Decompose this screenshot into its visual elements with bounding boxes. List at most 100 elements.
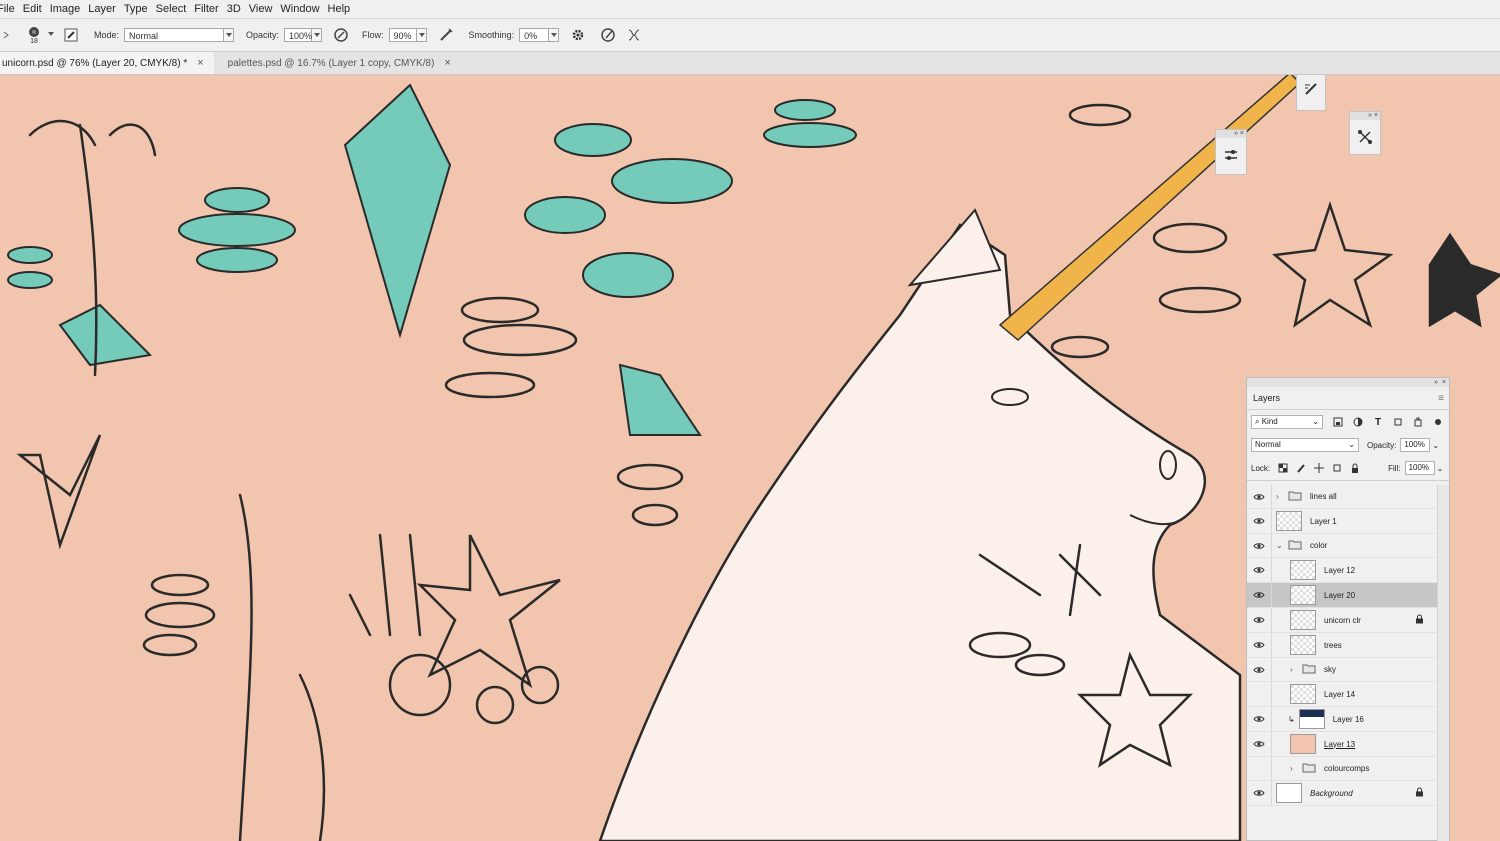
filter-toggle-icon[interactable]	[1431, 415, 1445, 429]
visibility-eye-icon[interactable]	[1247, 658, 1272, 681]
layer-row[interactable]: Layer 1	[1247, 509, 1438, 534]
menu-file[interactable]: File	[0, 3, 23, 15]
pressure-opacity-icon[interactable]	[332, 26, 350, 44]
flow-input[interactable]: 90%	[388, 28, 417, 42]
visibility-eye-icon[interactable]	[1247, 707, 1272, 731]
clone-source-icon[interactable]	[1356, 128, 1374, 146]
chevron-down-icon[interactable]: ⌄	[1437, 464, 1444, 473]
layers-scrollbar[interactable]	[1437, 485, 1449, 841]
layer-name: Layer 16	[1332, 714, 1364, 724]
smart-object-filter-icon[interactable]	[1411, 415, 1425, 429]
lock-all-icon[interactable]	[1348, 461, 1362, 475]
smoothing-dropdown[interactable]	[549, 28, 560, 42]
visibility-eye-icon[interactable]	[1247, 608, 1272, 632]
menu-window[interactable]: Window	[280, 3, 327, 15]
visibility-eye-icon[interactable]	[1247, 583, 1272, 607]
visibility-eye-icon[interactable]	[1247, 732, 1272, 756]
layer-row[interactable]: Layer 12	[1247, 558, 1438, 583]
layer-row[interactable]: unicorn clr	[1247, 608, 1438, 633]
visibility-eye-icon[interactable]	[1247, 485, 1272, 508]
floating-brush-panel[interactable]: » ×	[1296, 75, 1326, 111]
brush-settings-icon[interactable]	[62, 26, 80, 44]
menu-help[interactable]: Help	[328, 3, 359, 15]
layer-row[interactable]: Layer 13	[1247, 732, 1438, 757]
smoothing-input[interactable]: 0%	[519, 28, 550, 42]
fill-input[interactable]: 100%	[1404, 461, 1435, 475]
floating-adjust-panel[interactable]: » ×	[1215, 129, 1247, 175]
blend-mode-select[interactable]: Normal ⌄	[1251, 438, 1359, 452]
layer-row[interactable]: Layer 14	[1247, 682, 1438, 707]
brush-preset-icon[interactable]	[1302, 80, 1320, 98]
layer-row[interactable]: Background	[1247, 781, 1438, 806]
layer-group-row[interactable]: ⌄ color	[1247, 534, 1438, 558]
panel-header: » ×	[1350, 112, 1380, 120]
lock-position-icon[interactable]	[1312, 461, 1326, 475]
layer-name: Layer 1	[1310, 516, 1337, 526]
layer-group-row[interactable]: › sky	[1247, 658, 1438, 682]
tab-palettes[interactable]: palettes.psd @ 16.7% (Layer 1 copy, CMYK…	[214, 52, 461, 74]
tab-palettes-label: palettes.psd @ 16.7% (Layer 1 copy, CMYK…	[227, 57, 435, 69]
opacity-dropdown[interactable]	[312, 28, 323, 42]
visibility-eye-icon[interactable]	[1247, 757, 1272, 780]
visibility-eye-icon[interactable]	[1247, 781, 1272, 805]
menu-view[interactable]: View	[249, 3, 281, 15]
shape-filter-icon[interactable]	[1391, 415, 1405, 429]
symmetry-icon[interactable]	[625, 26, 643, 44]
flow-dropdown[interactable]	[416, 28, 427, 42]
close-icon[interactable]: ×	[444, 57, 450, 69]
chevron-down-icon[interactable]: ⌄	[1276, 541, 1284, 550]
airbrush-icon[interactable]	[437, 26, 455, 44]
fill-label: Fill:	[1388, 463, 1401, 473]
layer-thumbnail	[1290, 684, 1316, 704]
type-filter-icon[interactable]: T	[1371, 415, 1385, 429]
layer-row[interactable]: ↳ Layer 16	[1247, 707, 1438, 732]
adjustment-filter-icon[interactable]	[1351, 415, 1365, 429]
pixel-filter-icon[interactable]	[1331, 415, 1345, 429]
tab-unicorn[interactable]: unicorn.psd @ 76% (Layer 20, CMYK/8) * ×	[0, 52, 214, 74]
visibility-eye-icon[interactable]	[1247, 633, 1272, 657]
menu-3d[interactable]: 3D	[227, 3, 249, 15]
chevron-right-icon[interactable]: ›	[1290, 764, 1298, 773]
options-bar: 18 Mode: Normal Opacity: 100% Flow: 90% …	[0, 19, 1500, 52]
tool-preset-icon[interactable]	[2, 26, 10, 44]
layer-opacity-input[interactable]: 100%	[1400, 438, 1431, 452]
menu-layer[interactable]: Layer	[88, 3, 124, 15]
floating-clone-panel[interactable]: » ×	[1349, 111, 1381, 155]
layers-panel-title[interactable]: Layers	[1253, 393, 1280, 403]
opacity-input[interactable]: 100%	[284, 28, 312, 42]
brush-size-dropdown[interactable]	[46, 28, 56, 42]
layer-opacity-label: Opacity:	[1367, 440, 1397, 450]
lock-transparent-icon[interactable]	[1276, 461, 1290, 475]
layer-row[interactable]: Layer 20	[1247, 583, 1438, 608]
layers-panel-header[interactable]: » ×	[1247, 378, 1449, 387]
menu-select[interactable]: Select	[156, 3, 195, 15]
pressure-size-icon[interactable]	[599, 26, 617, 44]
layer-group-row[interactable]: › lines all	[1247, 485, 1438, 509]
brush-size-picker[interactable]: 18	[24, 26, 44, 45]
menu-type[interactable]: Type	[124, 3, 156, 15]
layer-thumbnail	[1290, 734, 1316, 754]
visibility-eye-icon[interactable]	[1247, 682, 1272, 706]
panel-menu-icon[interactable]: ≡	[1438, 393, 1444, 404]
menu-filter[interactable]: Filter	[194, 3, 226, 15]
layer-group-row[interactable]: › colourcomps	[1247, 757, 1438, 781]
sliders-icon[interactable]	[1222, 146, 1240, 164]
close-icon[interactable]: ×	[197, 57, 203, 69]
menu-image[interactable]: Image	[50, 3, 89, 15]
visibility-eye-icon[interactable]	[1247, 509, 1272, 533]
layer-thumbnail	[1290, 635, 1316, 655]
smoothing-gear-icon[interactable]	[569, 26, 587, 44]
menu-edit[interactable]: Edit	[23, 3, 50, 15]
visibility-eye-icon[interactable]	[1247, 534, 1272, 557]
mode-select[interactable]: Normal	[124, 28, 225, 42]
filter-kind-select[interactable]: ⌕ Kind ⌄	[1251, 415, 1323, 429]
folder-icon	[1302, 663, 1316, 676]
chevron-right-icon[interactable]: ›	[1276, 492, 1284, 501]
lock-artboard-icon[interactable]	[1330, 461, 1344, 475]
mode-dropdown[interactable]	[224, 28, 235, 42]
chevron-right-icon[interactable]: ›	[1290, 665, 1298, 674]
visibility-eye-icon[interactable]	[1247, 558, 1272, 582]
layer-row[interactable]: trees	[1247, 633, 1438, 658]
chevron-down-icon[interactable]: ⌄	[1432, 441, 1439, 450]
lock-image-icon[interactable]	[1294, 461, 1308, 475]
